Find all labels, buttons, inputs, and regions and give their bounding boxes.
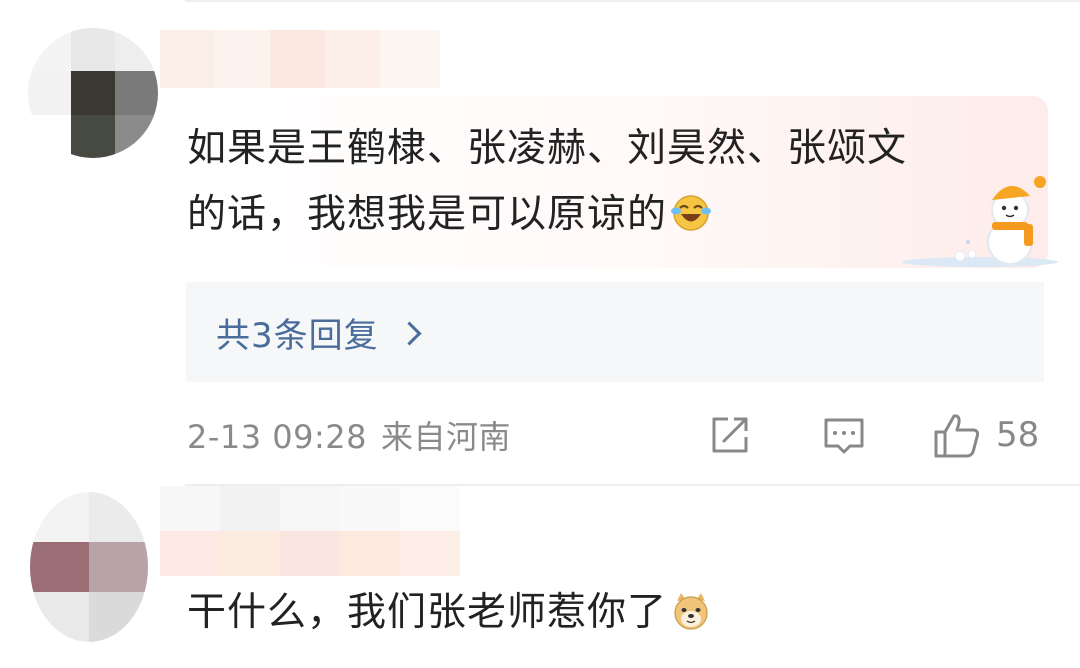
- comment-text: 如果是王鹤棣、张凌赫、刘昊然、张颂文 的话，我想我是可以原谅的: [187, 116, 1017, 248]
- like-count: 58: [996, 415, 1040, 455]
- share-button[interactable]: [706, 410, 754, 460]
- doge-emoji-icon: [674, 593, 708, 630]
- snowman-sticker-icon: [902, 176, 1058, 267]
- view-replies-link[interactable]: 共3条回复: [216, 308, 379, 357]
- comment-feed: 如果是王鹤棣、张凌赫、刘昊然、张颂文 的话，我想我是可以原谅的 共3条回复 2-1…: [0, 0, 1080, 668]
- comment-meta: 2-13 09:28 来自河南: [187, 412, 511, 458]
- laughing-crying-emoji-icon: [671, 195, 712, 231]
- divider-top: [185, 0, 1080, 2]
- comment-text-line-2: 的话，我想我是可以原谅的: [187, 192, 668, 237]
- comment-location: 来自河南: [381, 418, 512, 456]
- avatar[interactable]: [28, 28, 158, 158]
- like-button[interactable]: 58: [932, 410, 1039, 460]
- view-replies-box[interactable]: 共3条回复: [186, 282, 1044, 382]
- username-pixelated[interactable]: [160, 486, 540, 576]
- comment-text-line-1: 干什么，我们张老师惹你了: [187, 590, 668, 635]
- comment-text-line-1: 如果是王鹤棣、张凌赫、刘昊然、张颂文: [187, 126, 908, 171]
- username-pixelated[interactable]: [160, 30, 440, 88]
- reply-button[interactable]: [820, 410, 868, 460]
- thumbs-up-icon: [934, 414, 980, 458]
- comment-icon: [824, 418, 864, 454]
- comment-timestamp: 2-13 09:28: [187, 418, 368, 456]
- chevron-right-icon: [397, 320, 422, 346]
- avatar[interactable]: [30, 492, 148, 642]
- comment-text: 干什么，我们张老师惹你了: [187, 580, 947, 646]
- share-icon: [712, 417, 748, 453]
